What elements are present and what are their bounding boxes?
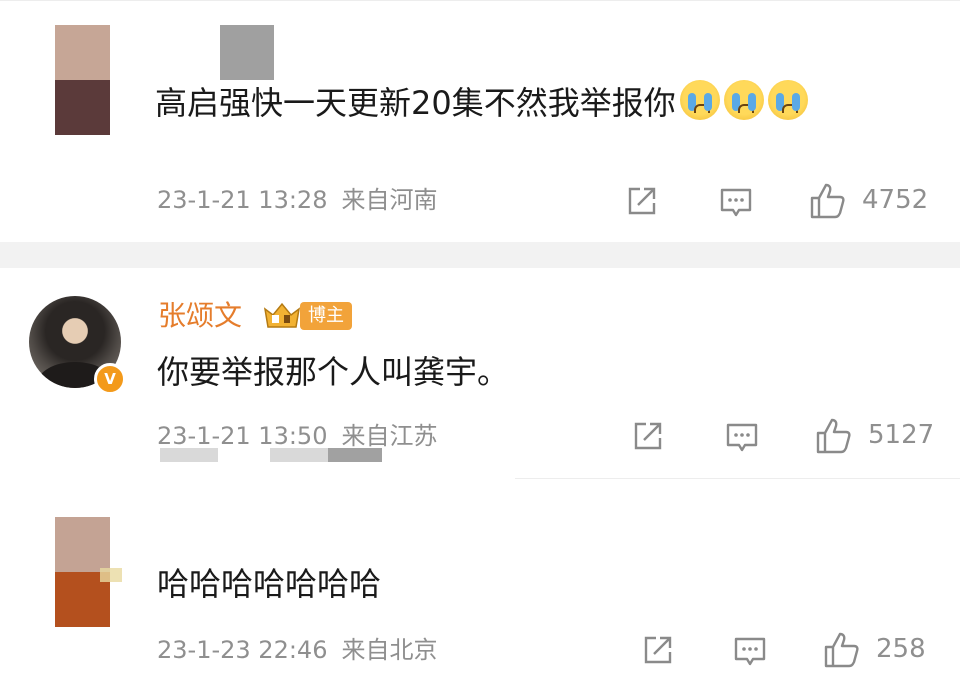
comment-text: 哈哈哈哈哈哈哈 (157, 565, 382, 603)
crying-emoji-icon (679, 80, 720, 120)
thumbs-up-icon[interactable] (822, 630, 862, 670)
comment-text: 高启强快一天更新20集不然我举报你 (155, 80, 808, 125)
location: 来自河南 (341, 186, 438, 214)
section-divider (0, 242, 960, 268)
avatar[interactable] (55, 25, 110, 135)
like-count: 4752 (862, 185, 929, 215)
verified-badge-icon: V (94, 363, 126, 395)
comment-meta: 23-1-23 22:46 来自北京 (157, 634, 437, 666)
blurred-overlay (270, 448, 328, 462)
crown-icon (262, 301, 302, 331)
thumbs-up-icon[interactable] (808, 181, 848, 221)
like-count: 5127 (868, 420, 935, 450)
share-icon[interactable] (624, 183, 660, 219)
blogger-badge: 博主 (300, 302, 352, 330)
like-count: 258 (876, 634, 926, 664)
share-icon[interactable] (640, 632, 676, 668)
comment-meta: 23-1-21 13:28 来自河南 (157, 184, 437, 216)
timestamp: 23-1-21 13:28 (157, 186, 328, 214)
thumbs-up-icon[interactable] (814, 416, 854, 456)
comment-divider (515, 478, 960, 479)
comment-icon[interactable] (724, 419, 760, 455)
blurred-overlay (100, 568, 122, 582)
location: 来自北京 (341, 636, 438, 664)
comment-icon[interactable] (732, 633, 768, 669)
comment-text: 你要举报那个人叫龚宇。 (157, 353, 510, 391)
username[interactable]: 张颂文 (158, 298, 242, 334)
crying-emoji-icon (723, 80, 764, 120)
blurred-username (220, 25, 274, 80)
location: 来自江苏 (341, 422, 438, 450)
comment-item-2: V 张颂文 博主 你要举报那个人叫龚宇。 23-1-21 13:50 来自江苏 5… (0, 268, 960, 478)
share-icon[interactable] (630, 418, 666, 454)
crying-emoji-icon (767, 80, 808, 120)
blurred-overlay (160, 448, 218, 462)
comment-item-3: 哈哈哈哈哈哈哈 23-1-23 22:46 来自北京 258 (0, 480, 960, 683)
timestamp: 23-1-21 13:50 (157, 422, 328, 450)
blurred-overlay (328, 448, 382, 462)
comment-item-1: 高启强快一天更新20集不然我举报你 23-1-21 13:28 来自河南 4752 (0, 0, 960, 242)
timestamp: 23-1-23 22:46 (157, 636, 328, 664)
comment-icon[interactable] (718, 184, 754, 220)
